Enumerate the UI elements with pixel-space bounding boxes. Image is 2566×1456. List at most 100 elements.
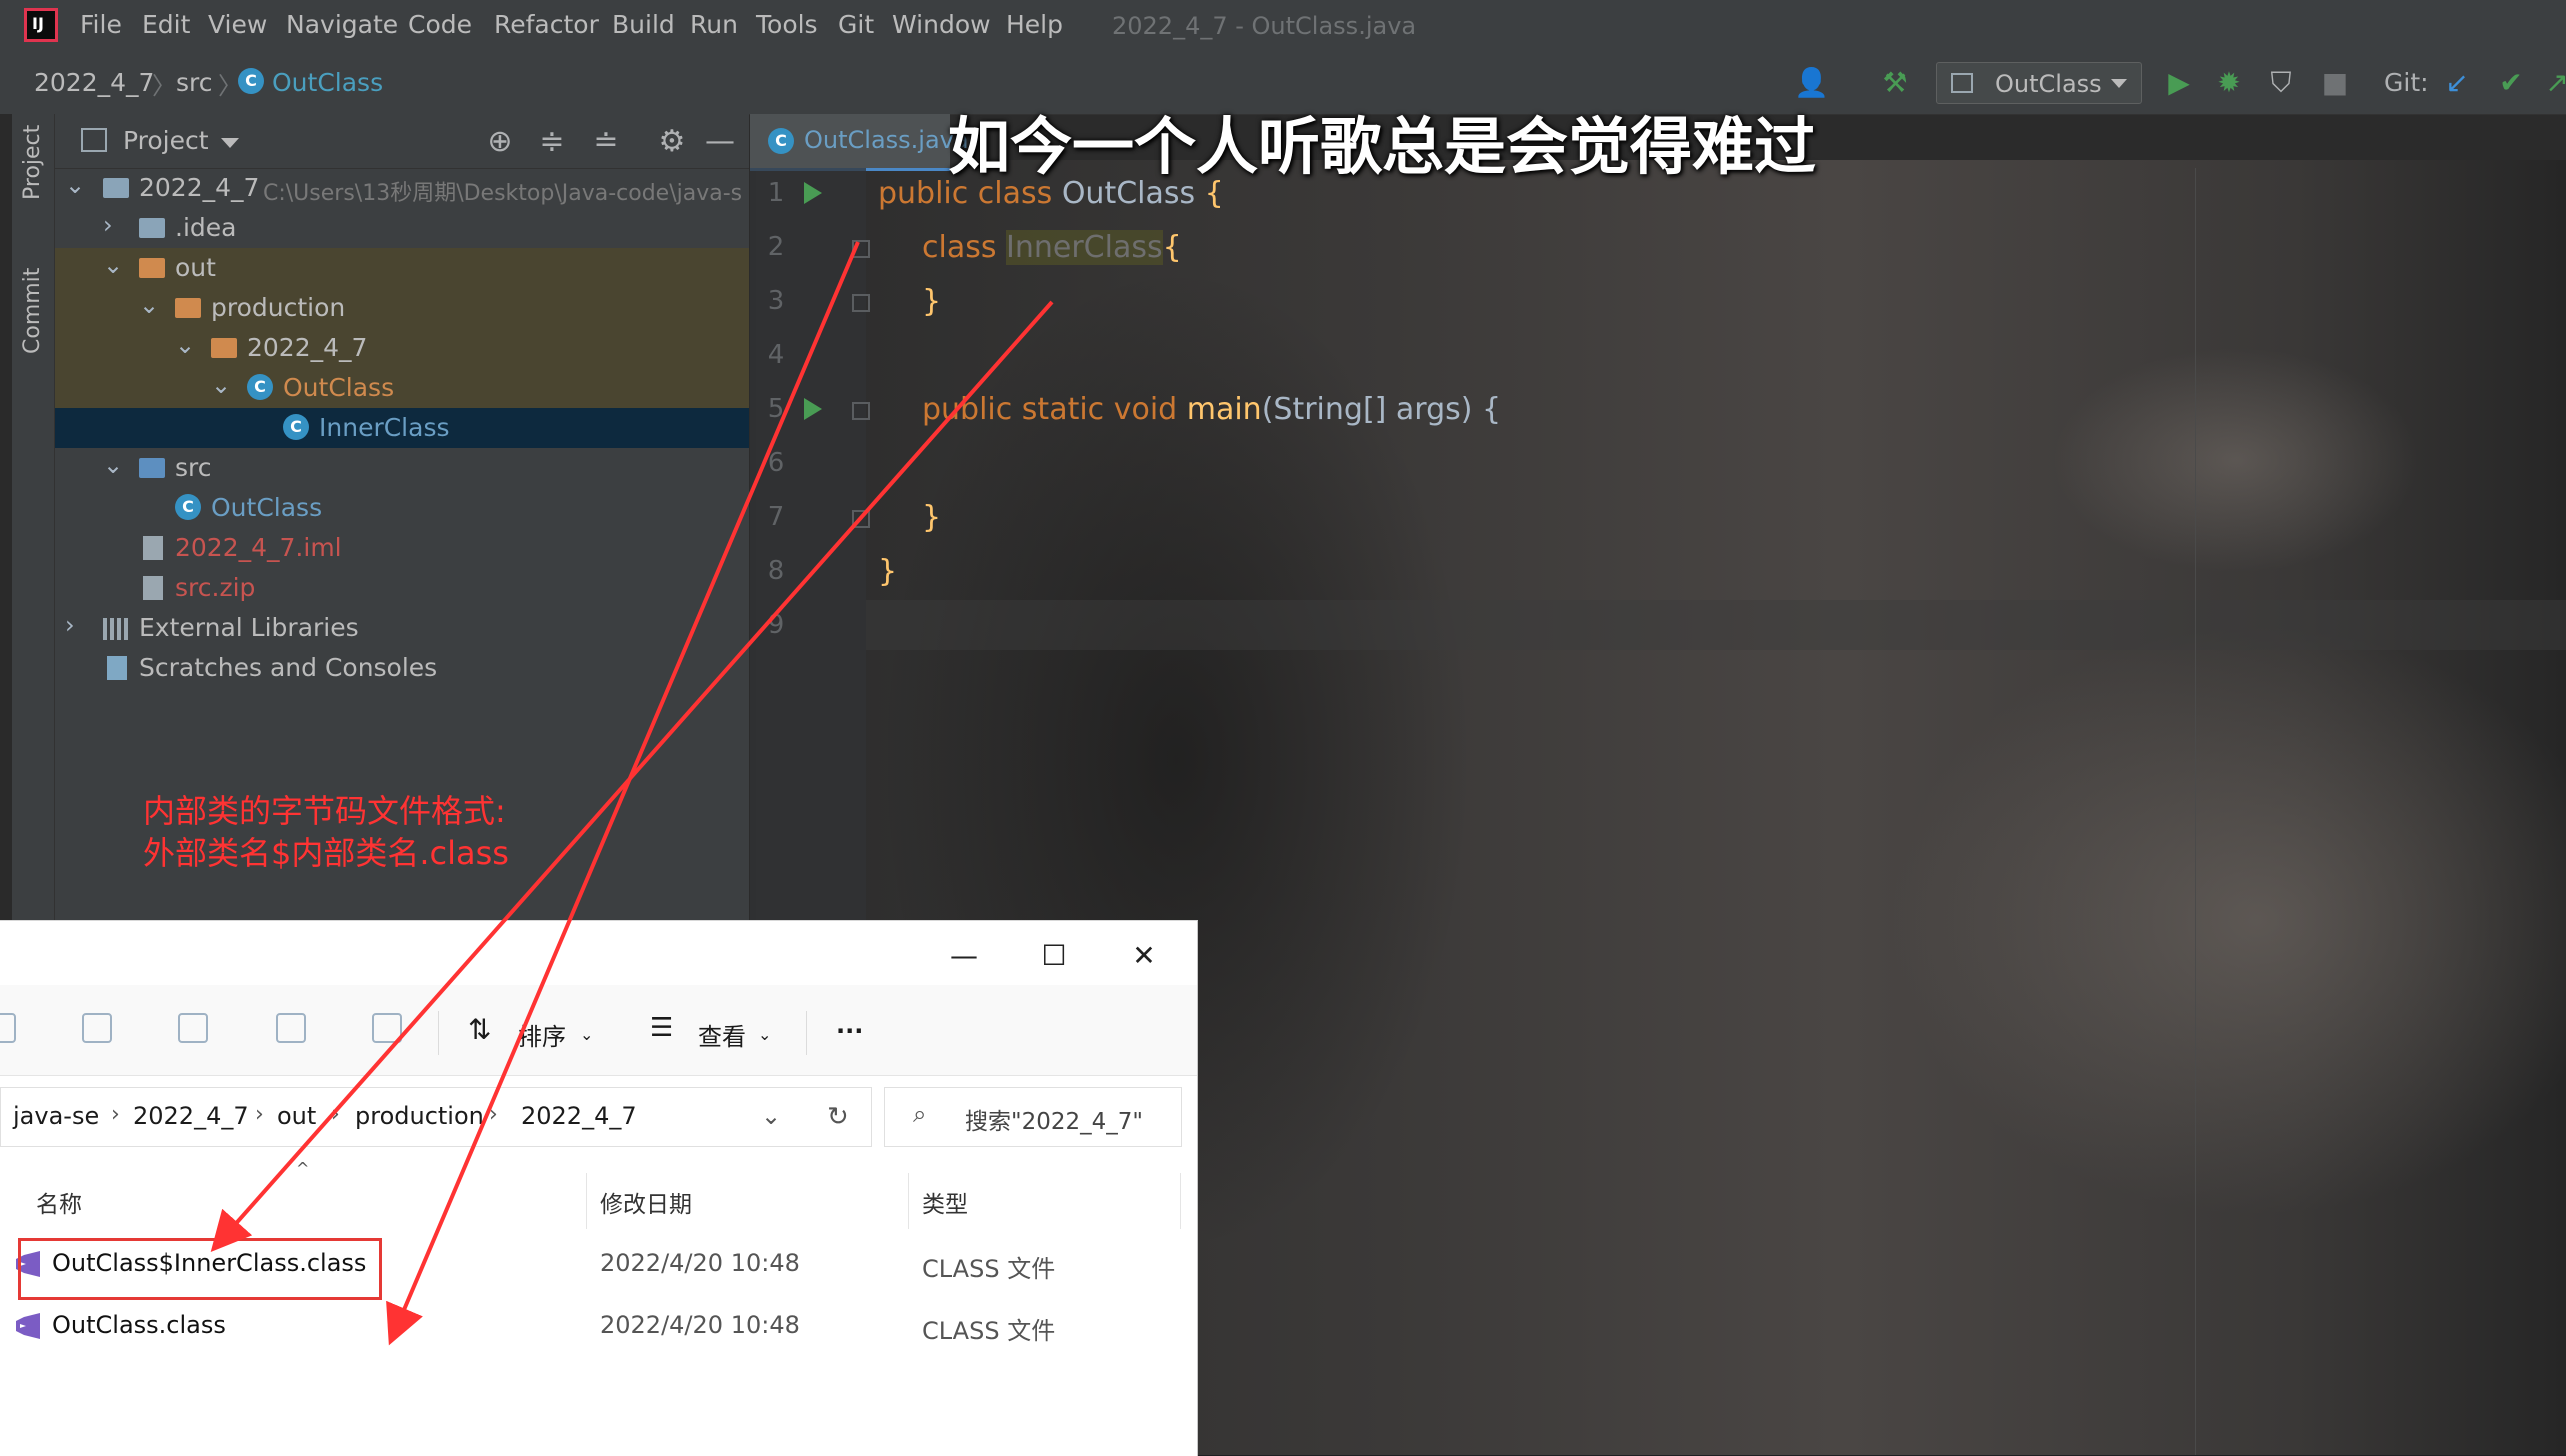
breadcrumb-outclass[interactable]: OutClass (272, 68, 383, 97)
column-divider[interactable] (908, 1173, 909, 1229)
gear-icon[interactable]: ⚙ (655, 124, 689, 159)
project-tool-button[interactable]: Project (20, 125, 45, 200)
column-header-type[interactable]: 类型 (922, 1185, 968, 1219)
git-commit-icon[interactable]: ✔ (2494, 66, 2528, 100)
chevron-down-icon[interactable]: ⌄ (65, 171, 85, 199)
code-line-7[interactable]: } (922, 500, 941, 535)
sort-button[interactable]: 排序 (518, 1017, 566, 1052)
chevron-down-icon[interactable]: ⌄ (103, 451, 123, 479)
git-update-icon[interactable]: ↙ (2440, 66, 2474, 100)
git-push-icon[interactable]: ↗ (2540, 66, 2566, 100)
chevron-right-icon[interactable]: › (103, 211, 113, 239)
refresh-icon[interactable]: ↻ (827, 1102, 849, 1132)
address-segment[interactable]: java-se (13, 1102, 99, 1130)
menu-git[interactable]: Git (838, 10, 874, 39)
tree-item-project-root[interactable]: ⌄ 2022_4_7 C:\Users\13秒周期\Desktop\Java-c… (55, 168, 749, 208)
breadcrumb-project[interactable]: 2022_4_7 (34, 68, 154, 97)
tree-item-idea[interactable]: › .idea (55, 208, 749, 248)
search-input[interactable]: ⌕ 搜索"2022_4_7" (884, 1087, 1182, 1147)
user-icon[interactable]: 👤 (1794, 66, 1829, 100)
fold-icon[interactable] (852, 402, 870, 420)
run-configuration-select[interactable]: OutClass (1936, 62, 2142, 104)
file-row[interactable]: OutClass.class 2022/4/20 10:48 CLASS 文件 (0, 1299, 1197, 1355)
run-config-icon (1951, 73, 1973, 93)
code-line-5[interactable]: public static void main(String[] args) { (922, 392, 1501, 427)
address-segment[interactable]: out (277, 1102, 316, 1130)
editor-tab-outclass[interactable]: C OutClass.java (750, 114, 969, 171)
menu-navigate[interactable]: Navigate (286, 10, 398, 39)
rename-icon[interactable] (178, 1013, 208, 1043)
project-panel-title[interactable]: Project (123, 126, 209, 155)
new-icon[interactable] (0, 1013, 16, 1043)
menu-file[interactable]: File (80, 10, 122, 39)
maximize-icon[interactable]: ☐ (1024, 939, 1084, 972)
chevron-down-icon[interactable]: ⌄ (103, 251, 123, 279)
column-header-date[interactable]: 修改日期 (600, 1185, 692, 1219)
hide-panel-icon[interactable]: — (703, 124, 737, 159)
tree-item-production[interactable]: ⌄ production (55, 288, 749, 328)
close-icon[interactable]: ✕ (1114, 939, 1174, 972)
chevron-right-icon[interactable]: › (65, 611, 75, 639)
menu-code[interactable]: Code (408, 10, 472, 39)
address-segment[interactable]: 2022_4_7 (521, 1102, 637, 1130)
tree-item-iml[interactable]: 2022_4_7.iml (55, 528, 749, 568)
fold-icon[interactable] (852, 240, 870, 258)
code-line-2[interactable]: class InnerClass{ (922, 230, 1182, 265)
commit-tool-button[interactable]: Commit (20, 268, 45, 354)
tree-item-outclass-source[interactable]: C OutClass (55, 488, 749, 528)
locate-icon[interactable]: ⊕ (483, 124, 517, 159)
minimize-icon[interactable]: — (934, 939, 994, 972)
chevron-down-icon[interactable] (221, 138, 239, 148)
tree-item-scratches[interactable]: Scratches and Consoles (55, 648, 749, 688)
menu-run[interactable]: Run (690, 10, 738, 39)
menu-build[interactable]: Build (612, 10, 675, 39)
view-button[interactable]: 查看 (698, 1017, 746, 1052)
chevron-right-icon: › (255, 1102, 264, 1127)
sort-icon[interactable]: ⇅ (468, 1013, 491, 1046)
debug-icon[interactable]: ✹ (2212, 66, 2246, 100)
tree-item-external-libraries[interactable]: › External Libraries (55, 608, 749, 648)
chevron-down-icon[interactable]: ⌄ (761, 1102, 781, 1130)
tree-item-2022-4-7-out[interactable]: ⌄ 2022_4_7 (55, 328, 749, 368)
tree-item-innerclass[interactable]: C InnerClass (55, 408, 749, 448)
collapse-all-icon[interactable]: ≐ (589, 124, 623, 159)
stop-icon[interactable]: ■ (2318, 66, 2352, 100)
column-header-name[interactable]: 名称 (36, 1185, 82, 1219)
tree-item-src[interactable]: ⌄ src (55, 448, 749, 488)
delete-icon[interactable] (372, 1013, 402, 1043)
share-icon[interactable] (276, 1013, 306, 1043)
tree-item-outclass-compiled[interactable]: ⌄ C OutClass (55, 368, 749, 408)
menu-tools[interactable]: Tools (756, 10, 818, 39)
view-icon[interactable]: ☰ (650, 1013, 673, 1043)
coverage-icon[interactable]: ⛉ (2264, 66, 2298, 100)
column-divider[interactable] (1180, 1173, 1181, 1229)
menu-edit[interactable]: Edit (142, 10, 190, 39)
fold-icon[interactable] (852, 510, 870, 528)
address-segment[interactable]: 2022_4_7 (133, 1102, 249, 1130)
code-line-8[interactable]: } (878, 554, 897, 589)
menu-help[interactable]: Help (1006, 10, 1063, 39)
address-bar[interactable]: java-se › 2022_4_7 › out › production › … (0, 1087, 872, 1147)
breadcrumb-src[interactable]: src (176, 68, 213, 97)
run-gutter-icon[interactable] (804, 182, 822, 204)
menu-refactor[interactable]: Refactor (494, 10, 599, 39)
expand-all-icon[interactable]: ≑ (535, 124, 569, 159)
tree-item-srczip[interactable]: src.zip (55, 568, 749, 608)
run-icon[interactable]: ▶ (2162, 66, 2196, 100)
chevron-down-icon[interactable]: ⌄ (175, 331, 195, 359)
menu-view[interactable]: View (208, 10, 267, 39)
chevron-down-icon[interactable]: ⌄ (139, 291, 159, 319)
column-divider[interactable] (586, 1173, 587, 1229)
sort-up-icon: ^ (296, 1159, 310, 1178)
more-options-button[interactable]: ··· (836, 1017, 863, 1045)
menu-window[interactable]: Window (892, 10, 991, 39)
chevron-down-icon[interactable]: ⌄ (211, 371, 231, 399)
tree-item-out[interactable]: ⌄ out (55, 248, 749, 288)
run-gutter-icon[interactable] (804, 398, 822, 420)
code-line-3[interactable]: } (922, 284, 941, 319)
file-explorer-window: — ☐ ✕ ⇅ 排序 ⌄ ☰ 查看 ⌄ ··· java-se › 2022_4… (0, 920, 1198, 1456)
build-hammer-icon[interactable]: ⚒ (1878, 66, 1912, 100)
paste-icon[interactable] (82, 1013, 112, 1043)
address-segment[interactable]: production (355, 1102, 484, 1130)
fold-icon[interactable] (852, 294, 870, 312)
